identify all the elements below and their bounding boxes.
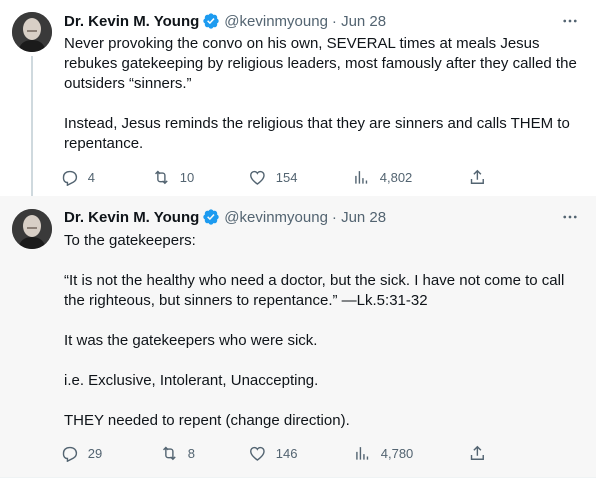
- views-button[interactable]: 4,802: [352, 165, 412, 189]
- reply-button[interactable]: 4: [60, 165, 95, 189]
- retweet-button[interactable]: 10: [152, 165, 194, 189]
- tweet-header: Dr. Kevin M. Young @kevinmyoung · Jun 28: [64, 208, 386, 226]
- share-button[interactable]: [468, 165, 487, 189]
- like-button[interactable]: 146: [248, 441, 297, 465]
- reply-icon: [62, 446, 78, 462]
- views-count: 4,802: [379, 169, 413, 185]
- retweet-button[interactable]: 8: [160, 441, 195, 465]
- author-name[interactable]: Dr. Kevin M. Young: [64, 209, 199, 226]
- tweet-paragraph: It was the gatekeepers who were sick.: [64, 332, 318, 349]
- verified-badge-icon: [202, 12, 220, 30]
- like-button[interactable]: 154: [248, 165, 297, 189]
- reply-count: 4: [87, 169, 95, 185]
- thread-line: [31, 56, 33, 198]
- author-name[interactable]: Dr. Kevin M. Young: [64, 13, 199, 30]
- like-count: 154: [275, 169, 298, 185]
- share-icon: [470, 169, 484, 184]
- avatar[interactable]: [12, 12, 52, 52]
- author-handle[interactable]: @kevinmyoung: [224, 13, 328, 30]
- views-button[interactable]: 4,780: [353, 441, 413, 465]
- tweet-paragraph: “It is not the healthy who need a doctor…: [64, 272, 565, 309]
- share-button[interactable]: [468, 441, 487, 465]
- retweet-count: 8: [187, 445, 195, 461]
- tweet-paragraph: Instead, Jesus reminds the religious tha…: [64, 115, 570, 152]
- tweet-actions: 4 10 154 4,802: [60, 165, 500, 189]
- reply-count: 29: [87, 445, 103, 461]
- tweet-paragraph: To the gatekeepers:: [64, 232, 196, 249]
- views-chart-icon: [355, 170, 368, 184]
- tweet-1[interactable]: Dr. Kevin M. Young @kevinmyoung · Jun 28…: [0, 0, 596, 198]
- heart-icon: [250, 170, 265, 185]
- retweet-icon: [155, 170, 168, 184]
- like-count: 146: [275, 445, 298, 461]
- tweet-actions: 29 8 146 4,780: [60, 441, 500, 465]
- views-chart-icon: [356, 446, 369, 460]
- retweet-icon: [163, 446, 176, 460]
- tweet-paragraph: THEY needed to repent (change direction)…: [64, 412, 350, 429]
- retweet-count: 10: [179, 169, 195, 185]
- tweet-text: To the gatekeepers: “It is not the healt…: [64, 231, 580, 431]
- tweet-text: Never provoking the convo on his own, SE…: [64, 34, 580, 154]
- views-count: 4,780: [380, 445, 414, 461]
- more-dots-icon[interactable]: [560, 11, 580, 31]
- avatar[interactable]: [12, 209, 52, 249]
- tweet-date[interactable]: · Jun 28: [332, 13, 386, 30]
- reply-button[interactable]: 29: [60, 441, 102, 465]
- tweet-header: Dr. Kevin M. Young @kevinmyoung · Jun 28: [64, 12, 386, 30]
- tweet-2[interactable]: Dr. Kevin M. Young @kevinmyoung · Jun 28…: [0, 196, 596, 478]
- share-icon: [470, 445, 484, 460]
- author-handle[interactable]: @kevinmyoung: [224, 209, 328, 226]
- reply-icon: [62, 170, 78, 186]
- tweet-paragraph: Never provoking the convo on his own, SE…: [64, 35, 577, 92]
- more-dots-icon[interactable]: [560, 207, 580, 227]
- tweet-paragraph: i.e. Exclusive, Intolerant, Unaccepting.: [64, 372, 319, 389]
- verified-badge-icon: [202, 208, 220, 226]
- tweet-date[interactable]: · Jun 28: [332, 209, 386, 226]
- heart-icon: [250, 446, 265, 461]
